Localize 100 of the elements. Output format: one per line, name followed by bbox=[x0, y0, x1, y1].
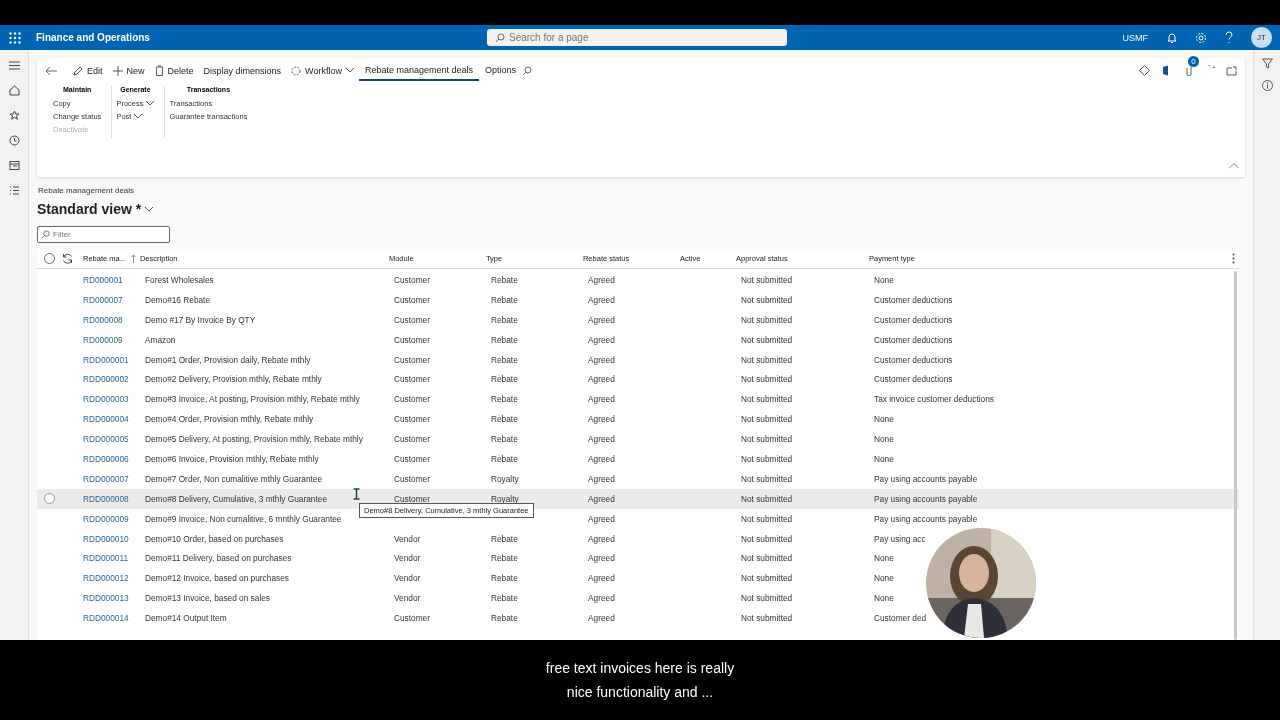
table-cell: Tax invoice customer deductions bbox=[874, 394, 994, 405]
action-button[interactable]: Display dimensions bbox=[198, 60, 287, 81]
table-cell: Pay using accounts payable bbox=[874, 473, 978, 484]
ribbon-tab[interactable]: Options bbox=[479, 60, 523, 81]
diamond-icon[interactable] bbox=[1139, 65, 1150, 76]
office-icon[interactable] bbox=[1161, 65, 1171, 76]
table-cell: Demo #17 By Invoice By QTY bbox=[145, 314, 256, 325]
table-cell: Not submitted bbox=[741, 334, 793, 345]
home-icon[interactable] bbox=[8, 85, 20, 96]
deal-id-link[interactable]: RDD000009 bbox=[83, 513, 129, 524]
deal-id-link[interactable]: RDD000012 bbox=[83, 573, 129, 584]
table-cell: Customer bbox=[394, 613, 430, 624]
deal-id-link[interactable]: RDD000011 bbox=[83, 553, 129, 564]
table-cell: Demo#12 Invoice, based on purchases bbox=[145, 573, 289, 584]
table-cell: None bbox=[874, 573, 894, 584]
table-cell: Demo#6 Invoice, Provision mthly, Rebate mthly bbox=[145, 453, 319, 464]
table-cell: Pay using accounts payable bbox=[874, 513, 978, 524]
deal-id-link[interactable]: RDD000002 bbox=[83, 374, 129, 385]
table-cell: Vendor bbox=[394, 553, 421, 564]
deal-id-link[interactable]: RDD000013 bbox=[83, 593, 129, 604]
workflow-menu[interactable]: Workflow bbox=[286, 60, 359, 81]
deal-id-link[interactable]: RD000007 bbox=[83, 294, 123, 305]
deal-id-link[interactable]: RD000009 bbox=[83, 334, 123, 345]
table-cell: Customer bbox=[394, 473, 430, 484]
deal-id-link[interactable]: RDD000003 bbox=[83, 394, 129, 405]
deal-id-link[interactable]: RDD000006 bbox=[83, 453, 129, 464]
info-icon[interactable] bbox=[1261, 80, 1273, 91]
table-cell: Not submitted bbox=[741, 573, 793, 584]
table-cell: Customer bbox=[394, 374, 430, 385]
table-cell: Customer bbox=[394, 274, 430, 285]
table-cell: Agreed bbox=[588, 613, 615, 624]
search-icon bbox=[495, 33, 505, 43]
table-cell: Demo#1 Order, Provision daily, Rebate mthly bbox=[145, 354, 311, 365]
table-cell: Rebate bbox=[491, 593, 518, 604]
workspace-icon[interactable] bbox=[8, 160, 20, 171]
star-icon[interactable] bbox=[8, 110, 20, 121]
select-all-radio[interactable] bbox=[44, 253, 55, 264]
deal-id-link[interactable]: RD000008 bbox=[83, 314, 123, 325]
deal-id-link[interactable]: RD000001 bbox=[83, 274, 123, 285]
deal-id-link[interactable]: RDD000007 bbox=[83, 473, 129, 484]
menu-icon[interactable] bbox=[8, 60, 20, 71]
filter-icon[interactable] bbox=[1261, 58, 1273, 69]
user-avatar[interactable]: JT bbox=[1251, 27, 1272, 48]
scrollbar[interactable] bbox=[1234, 271, 1237, 640]
help-icon[interactable] bbox=[1224, 31, 1234, 44]
action-button[interactable]: Edit bbox=[68, 60, 108, 81]
table-cell: None bbox=[874, 553, 894, 564]
app-launcher-icon[interactable] bbox=[9, 31, 21, 44]
back-icon[interactable] bbox=[45, 65, 57, 76]
table-cell: Rebate bbox=[491, 414, 518, 425]
search-icon[interactable] bbox=[522, 65, 533, 76]
view-selector[interactable]: Standard view * bbox=[37, 201, 142, 217]
deal-id-link[interactable]: RDD000004 bbox=[83, 414, 129, 425]
deal-id-link[interactable]: RDD000010 bbox=[83, 533, 129, 544]
action-button[interactable]: New bbox=[107, 60, 150, 81]
deal-id-link[interactable]: RDD000001 bbox=[83, 354, 129, 365]
table-cell: Not submitted bbox=[741, 414, 793, 425]
table-cell: Rebate bbox=[491, 453, 518, 464]
table-cell: Rebate bbox=[491, 314, 518, 325]
attachment-count: 0 bbox=[1188, 56, 1199, 67]
table-cell: Royalty bbox=[491, 493, 519, 504]
table-cell: Agreed bbox=[588, 473, 615, 484]
table-cell: Agreed bbox=[588, 553, 615, 564]
settings-icon[interactable] bbox=[1195, 31, 1207, 44]
action-button[interactable]: Delete bbox=[149, 60, 199, 81]
table-cell: Not submitted bbox=[741, 553, 793, 564]
company-label[interactable]: USMF bbox=[1122, 32, 1148, 43]
sort-arrow-icon bbox=[130, 254, 136, 263]
deal-id-link[interactable]: RDD000008 bbox=[83, 493, 129, 504]
more-options-icon[interactable] bbox=[1232, 253, 1235, 264]
table-cell: Not submitted bbox=[741, 314, 793, 325]
deal-id-link[interactable]: RDD000014 bbox=[83, 613, 129, 624]
table-cell: Rebate bbox=[491, 354, 518, 365]
table-cell: Rebate bbox=[491, 394, 518, 405]
table-cell: Agreed bbox=[588, 533, 615, 544]
list-icon[interactable] bbox=[8, 185, 20, 196]
deal-id-link[interactable]: RDD000005 bbox=[83, 434, 129, 445]
clock-icon[interactable] bbox=[8, 135, 20, 146]
ribbon-tab[interactable]: Rebate management deals bbox=[358, 60, 479, 81]
table-cell: Rebate bbox=[491, 573, 518, 584]
table-cell: Forest Wholesales bbox=[145, 274, 214, 285]
bell-icon[interactable] bbox=[1166, 31, 1178, 44]
search-field[interactable]: Search for a page bbox=[487, 29, 787, 46]
attachment-icon[interactable] bbox=[1185, 65, 1193, 76]
table-cell: Customer bbox=[394, 453, 430, 464]
filter-field[interactable]: Filter bbox=[37, 226, 170, 243]
open-new-window-icon[interactable] bbox=[1226, 65, 1237, 76]
table-cell: Rebate bbox=[491, 334, 518, 345]
chevron-down-icon[interactable] bbox=[145, 206, 154, 212]
table-cell: Agreed bbox=[588, 334, 615, 345]
table-cell: Agreed bbox=[588, 593, 615, 604]
table-cell: Agreed bbox=[588, 294, 615, 305]
table-cell: Agreed bbox=[588, 513, 615, 524]
table-cell: Amazon bbox=[145, 334, 176, 345]
table-cell: Customer bbox=[394, 414, 430, 425]
table-cell: Customer bbox=[394, 294, 430, 305]
table-cell: Not submitted bbox=[741, 374, 793, 385]
table-cell: Demo#16 Rebate bbox=[145, 294, 211, 305]
workflow-icon bbox=[291, 65, 302, 76]
row-select-radio[interactable] bbox=[44, 493, 55, 505]
